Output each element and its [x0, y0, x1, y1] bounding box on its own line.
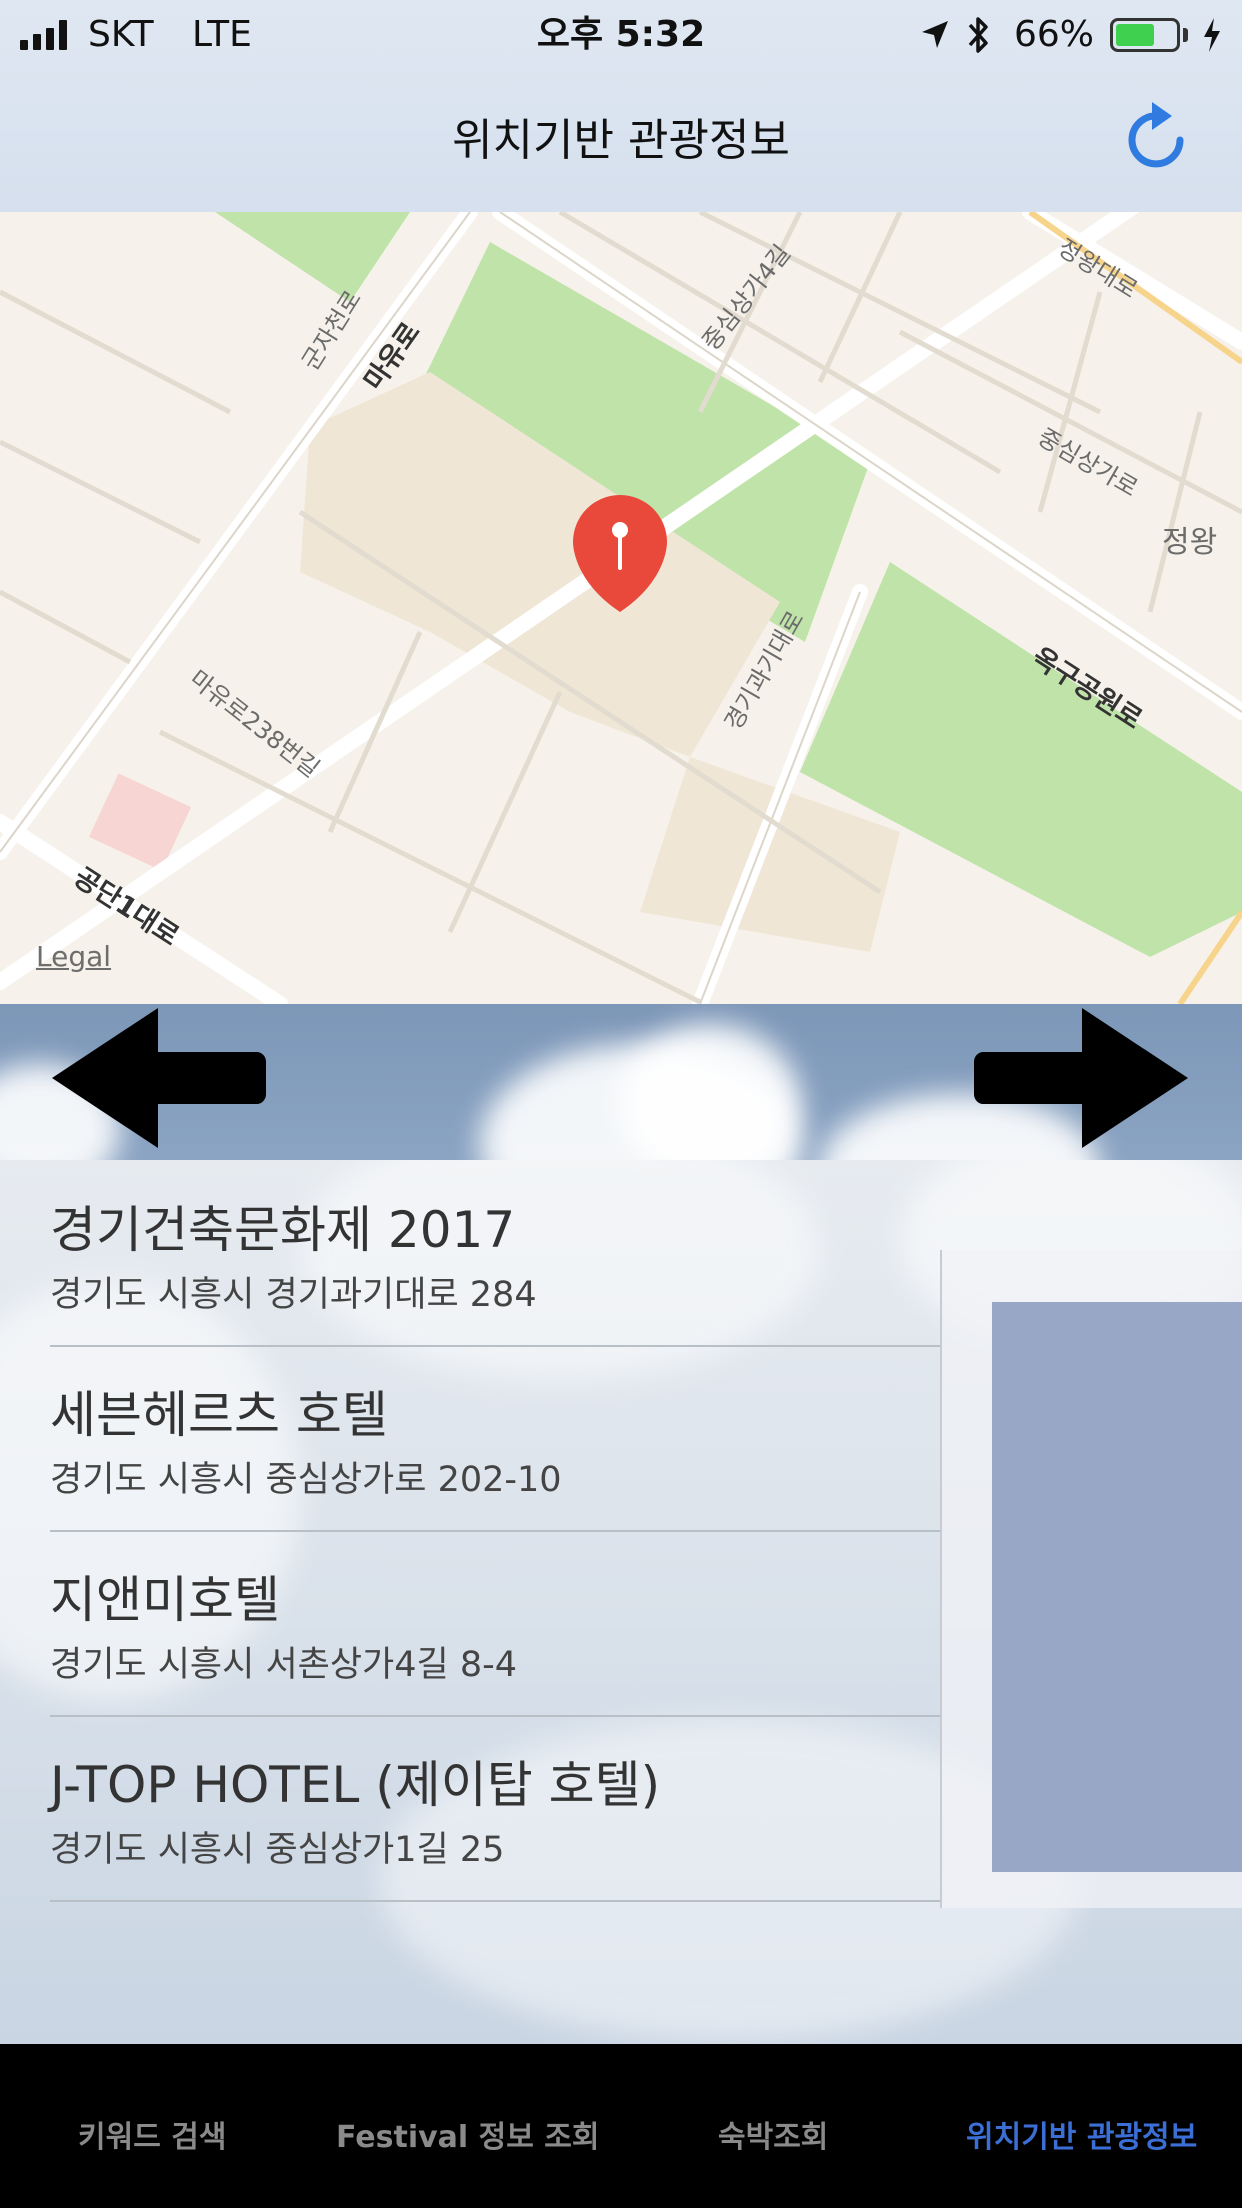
- item-address: 경기도 시흥시 경기과기대로 284: [50, 1275, 537, 1315]
- list-item[interactable]: 경기건축문화제 2017 경기도 시흥시 경기과기대로 284: [50, 1160, 940, 1347]
- map-legal-link[interactable]: Legal: [36, 940, 111, 973]
- item-title: 경기건축문화제 2017: [50, 1201, 516, 1259]
- road-label: 중심상가4길: [697, 239, 796, 355]
- tab-festival-info[interactable]: Festival 정보 조회: [336, 2112, 599, 2156]
- item-address: 경기도 시흥시 중심상가1길 25: [50, 1830, 505, 1870]
- location-arrow-icon: [922, 21, 948, 48]
- battery-cap: [1183, 28, 1188, 42]
- item-title: 지앤미호텔: [50, 1571, 280, 1629]
- battery-icon: [1110, 18, 1180, 52]
- list-item[interactable]: 세븐헤르츠 호텔 경기도 시흥시 중심상가로 202-10: [50, 1345, 940, 1532]
- road-label: 정왕: [1162, 525, 1217, 560]
- item-address: 경기도 시흥시 중심상가로 202-10: [50, 1460, 562, 1500]
- page-title: 위치기반 관광정보: [452, 115, 790, 166]
- tab-location-tour-info[interactable]: 위치기반 관광정보: [966, 2112, 1197, 2156]
- charging-bolt-icon: [1204, 18, 1220, 52]
- bluetooth-icon: [968, 17, 988, 53]
- list-item[interactable]: 지앤미호텔 경기도 시흥시 서촌상가4길 8-4: [50, 1530, 940, 1717]
- refresh-icon[interactable]: [1122, 96, 1194, 176]
- list-item[interactable]: J-TOP HOTEL (제이탑 호텔) 경기도 시흥시 중심상가1길 25: [50, 1715, 940, 1902]
- road-label: 마유로238번길: [184, 665, 324, 783]
- battery-percent: 66%: [1014, 14, 1095, 55]
- park-area: [215, 212, 410, 302]
- item-title: J-TOP HOTEL (제이탑 호텔): [50, 1756, 661, 1814]
- tab-keyword-search[interactable]: 키워드 검색: [78, 2112, 226, 2156]
- road-label: 중심상가로: [1033, 423, 1143, 502]
- item-title: 세븐헤르츠 호텔: [50, 1386, 388, 1444]
- map-view[interactable]: 군자천로 마유로 중심상가4길 정왕대로 중심상가로 정왕 옥구공원로 경기과기…: [0, 212, 1242, 1004]
- item-address: 경기도 시흥시 서촌상가4길 8-4: [50, 1645, 518, 1685]
- arrow-right-icon[interactable]: [974, 1008, 1188, 1148]
- thumbnail-image[interactable]: [992, 1302, 1242, 1872]
- arrow-left-icon[interactable]: [52, 1008, 266, 1148]
- tab-lodging[interactable]: 숙박조회: [718, 2112, 828, 2156]
